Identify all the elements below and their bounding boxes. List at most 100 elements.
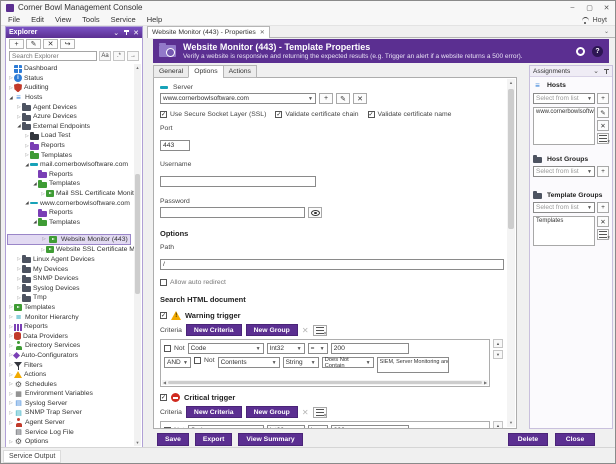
delete-criteria-icon[interactable]: ✕: [302, 408, 309, 417]
scroll-right-icon[interactable]: ▶: [483, 380, 488, 385]
form-action-button[interactable]: Export: [195, 433, 233, 446]
tree-item[interactable]: ▷ Website SSL Certificate Monitor (443): [7, 245, 134, 255]
new-group-button[interactable]: New Group: [246, 324, 298, 336]
hosts-select[interactable]: Select from list▼: [533, 93, 595, 104]
delete-server-button[interactable]: ✕: [353, 93, 367, 104]
not-checkbox[interactable]: [194, 357, 201, 364]
type-select[interactable]: Int32▼: [267, 343, 305, 354]
tree-item[interactable]: ▷ Templates: [7, 303, 134, 313]
scrollbar-thumb[interactable]: [508, 89, 514, 229]
tree-item[interactable]: ▷ Directory Services: [7, 341, 134, 351]
scrollbar-thumb[interactable]: [135, 174, 140, 294]
match-case-button[interactable]: Aa: [99, 51, 111, 61]
tree-item[interactable]: Dashboard: [7, 64, 134, 74]
not-checkbox[interactable]: [164, 345, 171, 352]
tree-item[interactable]: ◢ www.cornerbowlsoftware.com: [7, 198, 134, 208]
tree-item[interactable]: ▷ Tmp: [7, 293, 134, 303]
tree-expander-icon[interactable]: ▷: [41, 236, 47, 242]
auto-redirect-checkbox[interactable]: [160, 279, 167, 286]
value-input[interactable]: [331, 425, 409, 428]
checkbox[interactable]: [275, 111, 282, 118]
tree-item[interactable]: ▷ Environment Variables: [7, 389, 134, 399]
delete-button[interactable]: ✕: [43, 39, 58, 49]
checkbox-row[interactable]: Use Secure Socket Layer (SSL): [160, 111, 266, 118]
search-input[interactable]: [9, 51, 97, 61]
tree-item[interactable]: ▷ Syslog Devices: [7, 283, 134, 293]
tree-item[interactable]: ◢ Hosts: [7, 93, 134, 103]
tree-item[interactable]: ▷ Agent Server: [7, 418, 134, 428]
edit-button[interactable]: ✎: [26, 39, 41, 49]
hosts-listbox[interactable]: www.cornerbowlsoftware.com: [533, 107, 595, 145]
tree-item[interactable]: ▷ Reports: [7, 322, 134, 332]
port-input[interactable]: [160, 140, 190, 151]
chevron-down-icon[interactable]: ⌄: [593, 67, 599, 75]
value-textarea[interactable]: SIEM, Server Monitoring and Compliance T…: [377, 357, 449, 373]
scroll-down-icon[interactable]: ▼: [507, 419, 515, 427]
footer-button[interactable]: Close: [555, 433, 595, 446]
tree-item[interactable]: ▷ Auditing: [7, 83, 134, 93]
scroll-down-icon[interactable]: ▼: [134, 439, 141, 446]
add-template-group-button[interactable]: +: [597, 202, 609, 213]
menu-item[interactable]: Help: [147, 15, 162, 24]
operator-select[interactable]: Does Not Contain▼: [322, 357, 374, 368]
help-icon[interactable]: ?: [592, 46, 603, 57]
reveal-password-button[interactable]: [308, 207, 322, 218]
form-action-button[interactable]: Save: [157, 433, 189, 446]
template-groups-select[interactable]: Select from list▼: [533, 202, 595, 213]
template-group-list-item[interactable]: Templates: [536, 218, 592, 224]
chevron-down-icon[interactable]: ⌄: [113, 29, 119, 37]
tree-item[interactable]: ▷ Reports: [7, 141, 134, 151]
pin-icon[interactable]: [123, 29, 129, 36]
tree-item[interactable]: ▷ Data Providers: [7, 331, 134, 341]
tree-item[interactable]: ▷ Agent Devices: [7, 102, 134, 112]
clear-template-group-list-button[interactable]: [597, 229, 609, 240]
type-select[interactable]: Int32▼: [267, 425, 305, 428]
tree-expander-icon[interactable]: ▷: [8, 85, 14, 91]
property-tab[interactable]: Options: [188, 65, 222, 78]
tree-item[interactable]: ▷ Monitor Hierarchy: [7, 312, 134, 322]
path-input[interactable]: [160, 259, 504, 270]
type-select[interactable]: String▼: [283, 357, 319, 368]
warning-trigger-checkbox[interactable]: [160, 312, 167, 319]
tree-item[interactable]: Reports: [7, 170, 134, 180]
host-list-item[interactable]: www.cornerbowlsoftware.com: [536, 109, 592, 115]
menu-item[interactable]: Service: [111, 15, 136, 24]
tab-list-chevron-icon[interactable]: ⌄: [604, 28, 609, 35]
username-input[interactable]: [160, 176, 316, 187]
close-icon[interactable]: ✕: [598, 1, 615, 14]
menu-item[interactable]: Tools: [82, 15, 100, 24]
tree-item[interactable]: ◢ External Endpoints: [7, 122, 134, 132]
new-criteria-button[interactable]: New Criteria: [186, 406, 242, 418]
host-groups-select[interactable]: Select from list▼: [533, 166, 595, 177]
tree-item[interactable]: ▷ Load Test: [7, 131, 134, 141]
move-up-icon[interactable]: ▲: [493, 421, 503, 428]
clear-host-list-button[interactable]: [597, 133, 609, 144]
delete-criteria-icon[interactable]: ✕: [302, 326, 309, 335]
tree-item[interactable]: ▷ Actions: [7, 370, 134, 380]
property-tab[interactable]: Actions: [223, 65, 257, 78]
footer-button[interactable]: Delete: [508, 433, 548, 446]
tree-item[interactable]: ▷ Status: [7, 74, 134, 84]
remove-host-button[interactable]: ✕: [597, 120, 609, 131]
tree-item[interactable]: ▷ Auto-Configurators: [7, 351, 134, 361]
tree-item[interactable]: ▷ Filters: [7, 360, 134, 370]
password-input[interactable]: [160, 207, 305, 218]
scroll-up-icon[interactable]: ▲: [507, 79, 515, 87]
and-or-select[interactable]: AND▼: [164, 357, 191, 368]
add-host-group-button[interactable]: +: [597, 166, 609, 177]
tree-item[interactable]: ▷ Schedules: [7, 379, 134, 389]
search-go-button[interactable]: →: [127, 51, 139, 61]
move-up-icon[interactable]: ▲: [493, 339, 503, 348]
tree-item[interactable]: ▷ Options: [7, 437, 134, 446]
criteria-list-button[interactable]: [313, 407, 327, 418]
operator-select[interactable]: !=▼: [308, 425, 328, 428]
tree-item[interactable]: ▷ My Devices: [7, 264, 134, 274]
move-button[interactable]: ↪: [60, 39, 75, 49]
field-select[interactable]: Contents▼: [218, 357, 280, 368]
checkbox-row[interactable]: Validate certificate name: [368, 111, 452, 118]
edit-server-button[interactable]: ✎: [336, 93, 350, 104]
tree-item[interactable]: ▷ SNMP Devices: [7, 274, 134, 284]
property-tab[interactable]: General: [153, 65, 188, 78]
add-button[interactable]: +: [9, 39, 24, 49]
explorer-scrollbar[interactable]: ▲ ▼: [134, 64, 141, 446]
